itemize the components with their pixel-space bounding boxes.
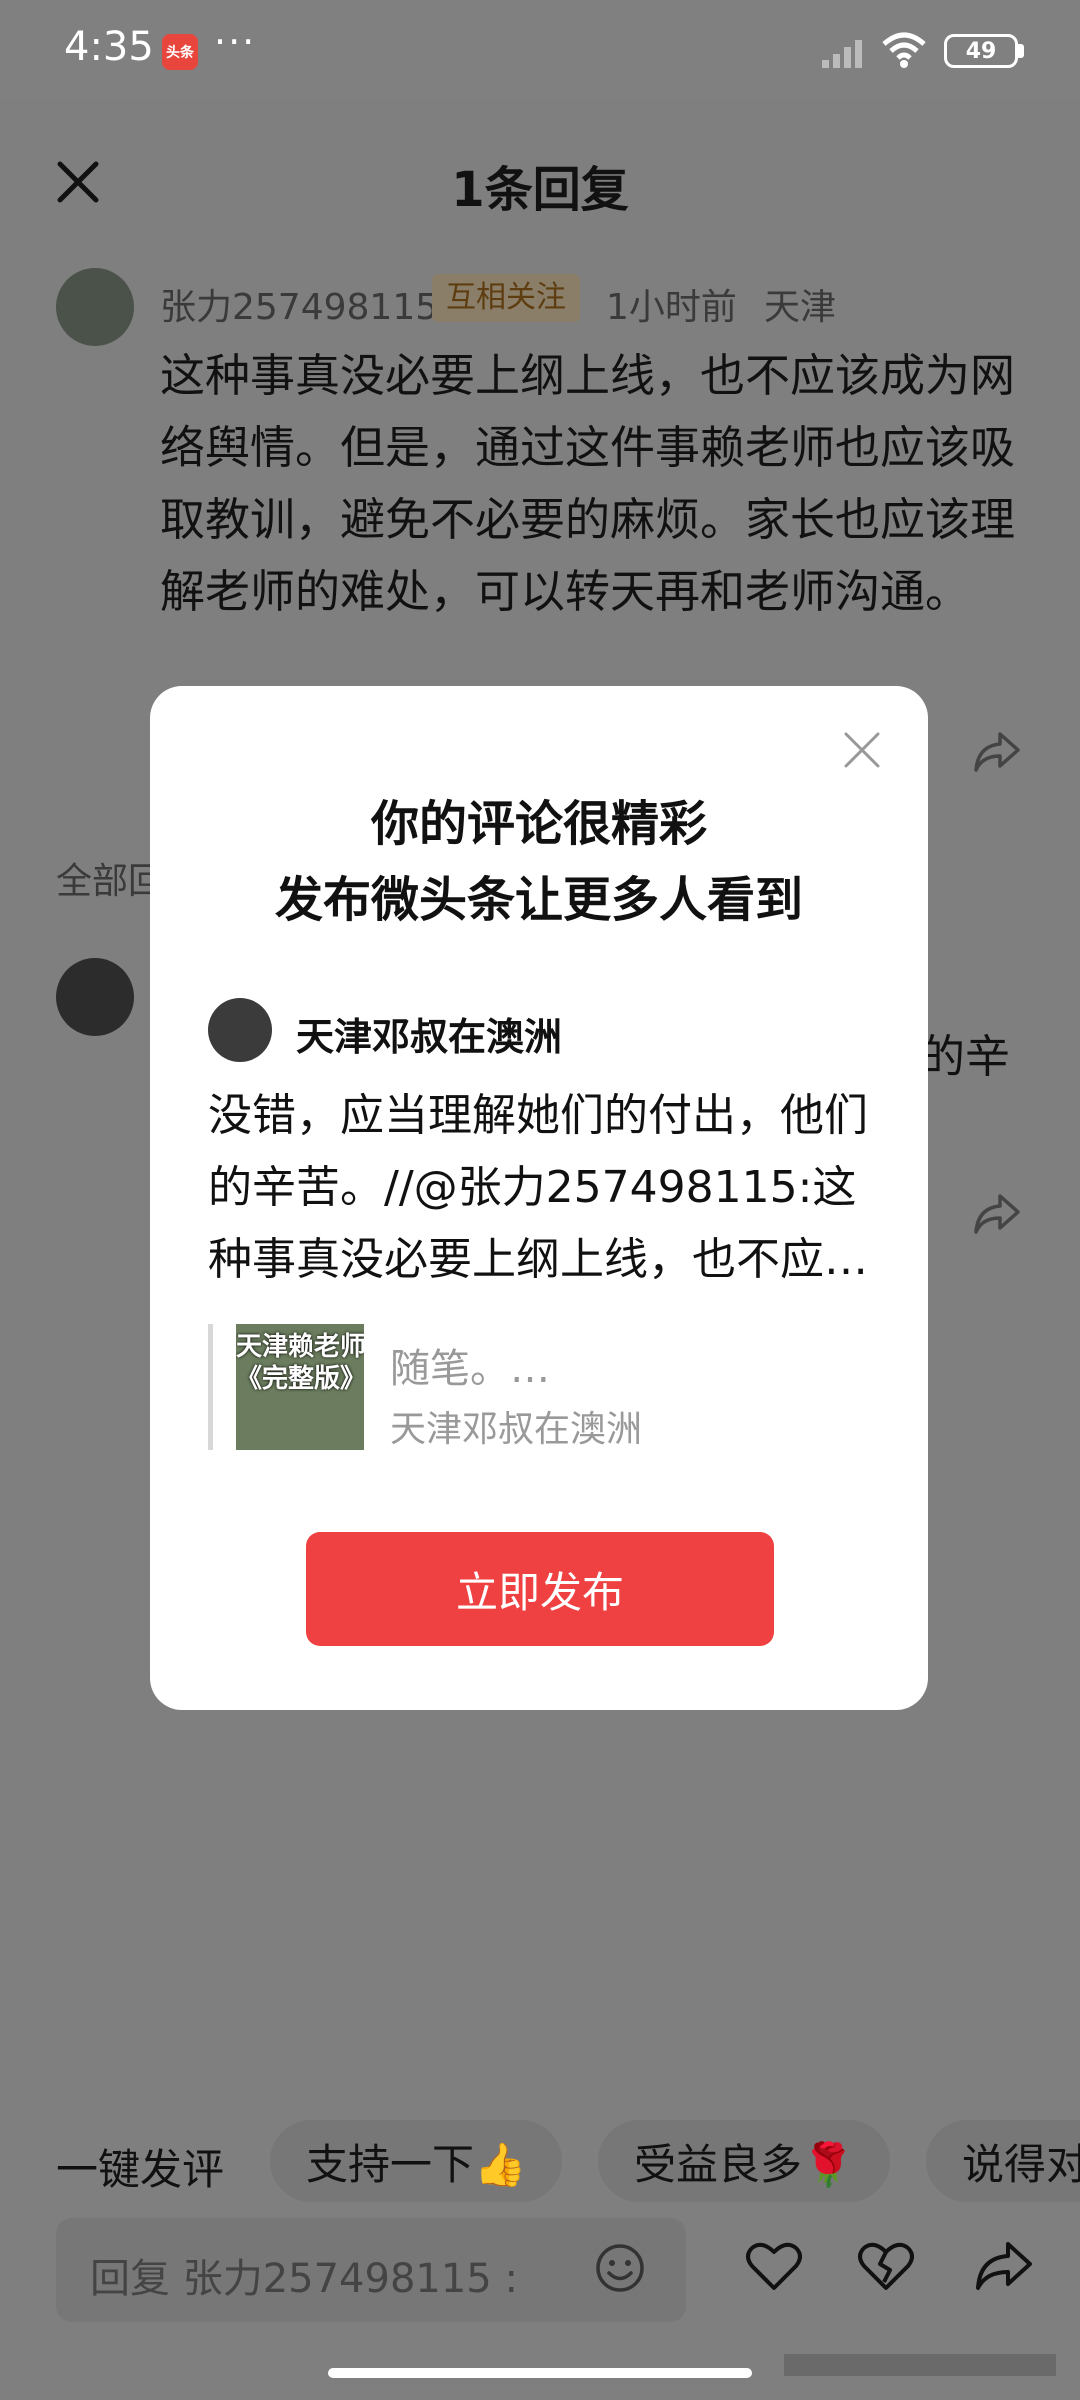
quote-author: 天津邓叔在澳洲: [390, 1409, 643, 1450]
heart-icon[interactable]: [744, 2238, 804, 2294]
reply-placeholder: 回复 张力257498115 :: [90, 2256, 518, 2302]
scroll-indicator: [784, 2354, 1056, 2376]
quick-reply-label: 一键发评: [56, 2145, 225, 2194]
modal-close-icon[interactable]: [842, 730, 882, 770]
signal-icon: [822, 40, 862, 68]
comment-location: 天津: [764, 287, 837, 328]
modal-username: 天津邓叔在澳洲: [296, 1015, 563, 1059]
app-notification-icon: 头条: [162, 34, 198, 70]
quick-reply-chip[interactable]: 支持一下👍: [270, 2120, 563, 2202]
quick-reply-chip[interactable]: 说得对: [926, 2120, 1080, 2202]
battery-icon: 49: [944, 34, 1018, 68]
sheet-title: 1条回复: [451, 162, 629, 218]
comment-time: 1小时前: [606, 287, 737, 328]
more-notifications-icon: ···: [214, 20, 257, 64]
emoji-icon[interactable]: [594, 2242, 646, 2294]
home-indicator[interactable]: [328, 2368, 752, 2378]
modal-title: 你的评论很精彩: [370, 796, 707, 852]
thumbnail-caption-2: 《完整版》: [236, 1364, 364, 1394]
mutual-follow-badge: 互相关注: [432, 274, 580, 322]
quote-bar: [208, 1324, 213, 1450]
modal-avatar: [208, 998, 272, 1062]
share-icon[interactable]: [972, 728, 1022, 776]
avatar[interactable]: [56, 268, 134, 346]
reply-avatar[interactable]: [56, 958, 134, 1036]
modal-subtitle: 发布微头条让更多人看到: [274, 872, 803, 928]
modal-post-text: 没错，应当理解她们的付出，他们的辛苦。//@张力257498115:这种事真没必…: [208, 1090, 868, 1285]
quote-title: 随笔。…: [390, 1346, 550, 1392]
reply-text-partial: 的辛: [920, 1030, 1011, 1083]
status-time: 4:35: [64, 24, 154, 70]
all-replies-label: 全部回: [56, 861, 165, 902]
battery-tip: [1018, 44, 1024, 58]
wifi-icon: [882, 32, 926, 68]
publish-button[interactable]: 立即发布: [306, 1532, 774, 1646]
comment-text: 这种事真没必要上纲上线，也不应该成为网络舆情。但是，通过这件事赖老师也应该吸取教…: [160, 349, 1016, 618]
broken-heart-icon[interactable]: [856, 2238, 916, 2294]
quick-reply-chip[interactable]: 受益良多🌹: [598, 2120, 891, 2202]
share-icon[interactable]: [974, 2238, 1034, 2294]
share-icon[interactable]: [972, 1190, 1022, 1238]
comment-username[interactable]: 张力257498115: [160, 278, 438, 330]
